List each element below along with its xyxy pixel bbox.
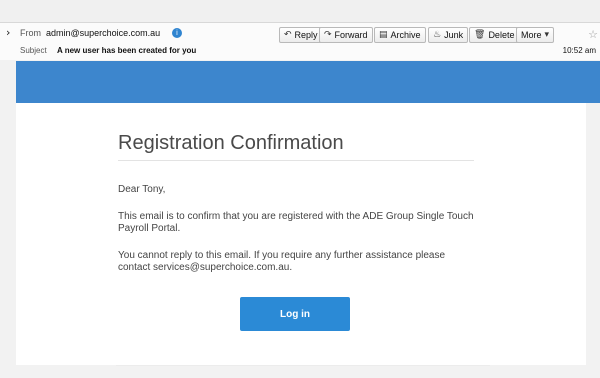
title-divider (118, 160, 474, 161)
bottom-divider (116, 365, 490, 366)
archive-icon: ▤ (379, 30, 388, 40)
forward-button[interactable]: ↷ Forward (319, 27, 373, 43)
forward-label: Forward (334, 30, 368, 40)
reply-button[interactable]: ↶ Reply (279, 27, 323, 43)
email-banner (16, 61, 600, 103)
email-body-card: Registration Confirmation Dear Tony, Thi… (16, 103, 586, 366)
top-strip (0, 0, 600, 22)
archive-label: Archive (390, 30, 421, 40)
chevron-right-icon[interactable]: › (6, 26, 10, 39)
archive-button[interactable]: ▤ Archive (374, 27, 426, 43)
junk-icon: ♨ (433, 30, 442, 40)
from-address[interactable]: admin@superchoice.com.au (46, 28, 160, 38)
more-button[interactable]: More ▾ (516, 27, 555, 43)
confirmation-paragraph: This email is to confirm that you are re… (118, 211, 474, 234)
header-from-row: › From admin@superchoice.com.au i ↶ Repl… (0, 25, 600, 43)
delete-label: Delete (488, 30, 515, 40)
delete-button[interactable]: 🗑 Delete (469, 27, 520, 43)
chevron-down-icon: ▾ (544, 30, 550, 40)
email-title: Registration Confirmation (118, 132, 344, 154)
subject-value: A new user has been created for you (57, 46, 197, 55)
header-subject-row: Subject A new user has been created for … (0, 45, 600, 59)
log-in-button[interactable]: Log in (240, 297, 350, 331)
email-viewer: › From admin@superchoice.com.au i ↶ Repl… (0, 0, 600, 378)
message-time: 10:52 am (562, 46, 596, 55)
more-label: More (521, 30, 542, 40)
trash-icon: 🗑 (474, 30, 486, 40)
junk-label: Junk (444, 30, 464, 40)
contact-icon[interactable]: i (172, 28, 182, 38)
message-header: › From admin@superchoice.com.au i ↶ Repl… (0, 22, 600, 60)
greeting: Dear Tony, (118, 184, 166, 195)
from-label: From (20, 28, 41, 38)
star-icon[interactable]: ☆ (588, 28, 598, 41)
forward-icon: ↷ (324, 30, 332, 40)
reply-icon: ↶ (284, 30, 292, 40)
junk-button[interactable]: ♨ Junk (428, 27, 469, 43)
reply-label: Reply (294, 30, 318, 40)
subject-label: Subject (20, 46, 47, 55)
no-reply-paragraph: You cannot reply to this email. If you r… (118, 250, 446, 273)
